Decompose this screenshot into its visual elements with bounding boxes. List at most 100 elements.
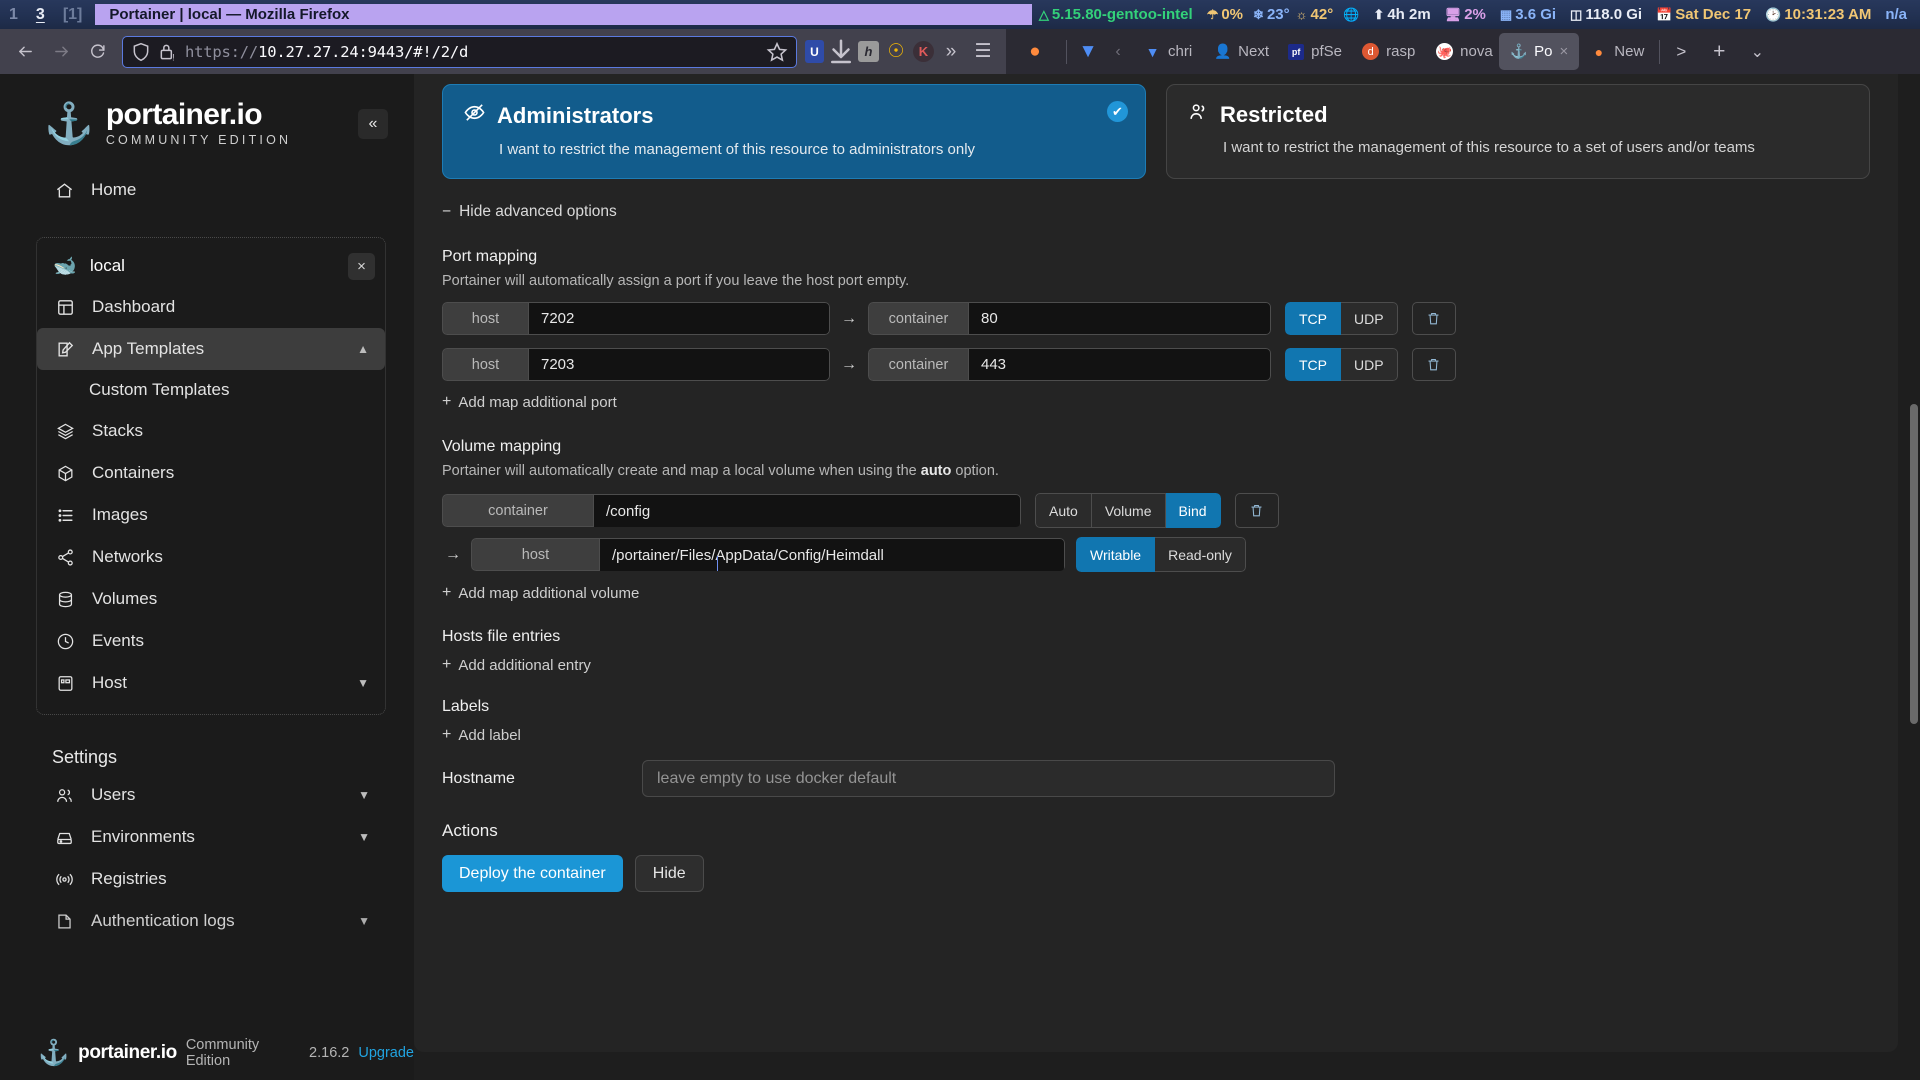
environment-header[interactable]: 🐋 local × <box>37 246 385 286</box>
sidebar-item-dashboard[interactable]: Dashboard <box>37 286 385 328</box>
sidebar-item-authentication-logs[interactable]: Authentication logs ▼ <box>36 900 386 942</box>
sidebar-item-events[interactable]: Events <box>37 620 385 662</box>
container-addon-label: container <box>868 348 968 381</box>
tab-scroll-right-icon[interactable]: > <box>1666 37 1696 67</box>
back-button[interactable] <box>8 36 42 68</box>
sidebar-item-host[interactable]: Host ▼ <box>37 662 385 704</box>
workspace-1[interactable]: 1 <box>0 6 27 24</box>
page-scrollbar[interactable] <box>1910 404 1918 724</box>
tab-rasp[interactable]: d rasp <box>1351 33 1425 70</box>
sidebar-item-label: Dashboard <box>92 297 176 316</box>
add-port-mapping-link[interactable]: + Add map additional port <box>442 393 1870 411</box>
sidebar-item-custom-templates[interactable]: Custom Templates <box>37 370 385 410</box>
access-option-restricted[interactable]: Restricted I want to restrict the manage… <box>1166 84 1870 179</box>
bitwarden-icon[interactable]: ☉ <box>881 37 911 67</box>
sidebar-item-users[interactable]: Users ▼ <box>36 774 386 816</box>
tab-pfsense[interactable]: pf pfSe <box>1277 33 1351 70</box>
hostname-label: Hostname <box>442 769 515 787</box>
firefox-icon[interactable]: ● <box>1020 37 1050 67</box>
protocol-option-udp[interactable]: UDP <box>1341 348 1398 381</box>
chevron-up-icon[interactable]: ▲ <box>357 342 369 356</box>
hostname-input[interactable]: leave empty to use docker default <box>642 760 1335 797</box>
sidebar-item-containers[interactable]: Containers <box>37 452 385 494</box>
volume-type-bind[interactable]: Bind <box>1165 493 1221 528</box>
chevron-down-icon[interactable]: ▼ <box>357 676 369 690</box>
deploy-container-button[interactable]: Deploy the container <box>442 855 623 892</box>
chevron-down-icon[interactable]: ▼ <box>358 830 370 844</box>
tab-nova[interactable]: 🐙 nova <box>1425 33 1499 70</box>
keepass-icon[interactable]: K <box>913 41 934 62</box>
sidebar-brand[interactable]: ⚓ portainer.io COMMUNITY EDITION « <box>0 74 414 147</box>
images-icon <box>55 505 75 525</box>
close-icon[interactable]: × <box>348 252 375 280</box>
nextcloud-icon: 👤 <box>1213 43 1232 59</box>
hamburger-menu-icon[interactable]: ☰ <box>968 37 998 67</box>
overflow-icon[interactable]: » <box>936 37 966 67</box>
tab-label: pfSe <box>1311 43 1343 60</box>
chevron-down-icon[interactable]: ▼ <box>358 788 370 802</box>
volume-type-auto[interactable]: Auto <box>1035 493 1092 528</box>
workspace-list[interactable]: 1 3 [1] <box>0 6 91 24</box>
tab-next[interactable]: 👤 Next <box>1203 33 1277 70</box>
github-icon: 🐙 <box>1436 43 1454 60</box>
collapse-sidebar-button[interactable]: « <box>358 108 388 139</box>
sidebar-item-registries[interactable]: Registries <box>36 858 386 900</box>
sidebar-item-images[interactable]: Images <box>37 494 385 536</box>
port-container-input[interactable]: 443 <box>968 348 1271 381</box>
chevron-down-icon[interactable]: ▼ <box>358 914 370 928</box>
ublock-icon[interactable]: U <box>805 40 824 63</box>
new-tab-button[interactable]: + <box>1704 37 1734 67</box>
add-label-link[interactable]: + Add label <box>442 726 1870 744</box>
remove-port-button[interactable] <box>1411 348 1456 381</box>
tab-new[interactable]: ● New <box>1579 33 1653 70</box>
tab-portainer[interactable]: ⚓ Po × <box>1499 33 1580 70</box>
tab-scroll-left-icon[interactable]: ‹ <box>1103 37 1133 67</box>
sidebar-item-stacks[interactable]: Stacks <box>37 410 385 452</box>
port-container-input[interactable]: 80 <box>968 302 1271 335</box>
hide-advanced-options-toggle[interactable]: − Hide advanced options <box>442 203 1870 221</box>
protocol-option-tcp[interactable]: TCP <box>1285 302 1341 335</box>
workspace-scratchpad[interactable]: [1] <box>54 6 92 24</box>
volume-host-path-input[interactable]: /portainer/Files/AppData/Config/Heimdall <box>599 538 1065 571</box>
remove-volume-button[interactable] <box>1234 493 1279 528</box>
close-icon[interactable]: × <box>1560 43 1569 60</box>
sidebar-item-volumes[interactable]: Volumes <box>37 578 385 620</box>
volume-access-writable[interactable]: Writable <box>1076 537 1156 572</box>
host-addon-label: host <box>442 348 528 381</box>
url-bar[interactable]: ! https://10.27.27.24:9443/#!/2/d <box>122 35 797 68</box>
protocol-option-tcp[interactable]: TCP <box>1285 348 1341 381</box>
volume-access-readonly[interactable]: Read-only <box>1155 537 1246 572</box>
download-icon[interactable] <box>826 37 856 67</box>
lock-warning-icon[interactable]: ! <box>158 37 178 67</box>
port-host-input[interactable]: 7202 <box>528 302 830 335</box>
sun-icon: ☼ <box>1295 7 1308 22</box>
upgrade-link[interactable]: Upgrade <box>358 1045 414 1061</box>
vue-icon: ▼ <box>1145 43 1160 60</box>
hide-button[interactable]: Hide <box>634 855 704 892</box>
sidebar-item-networks[interactable]: Networks <box>37 536 385 578</box>
volume-type-volume[interactable]: Volume <box>1091 493 1166 528</box>
url-text[interactable]: https://10.27.27.24:9443/#!/2/d <box>185 43 759 61</box>
workspace-3[interactable]: 3 <box>27 6 54 24</box>
globe-icon: 🌐 <box>1343 6 1360 22</box>
sidebar-item-home[interactable]: Home <box>36 169 378 211</box>
sidebar-item-label: Home <box>91 180 137 199</box>
remove-port-button[interactable] <box>1411 302 1456 335</box>
access-option-administrators[interactable]: Administrators I want to restrict the ma… <box>442 84 1146 179</box>
port-host-input[interactable]: 7203 <box>528 348 830 381</box>
arrow-right-icon: → <box>841 309 857 327</box>
list-all-tabs-icon[interactable]: ⌄ <box>1742 37 1772 67</box>
shield-icon[interactable] <box>131 37 151 67</box>
add-volume-mapping-link[interactable]: + Add map additional volume <box>442 584 1870 602</box>
uptime-icon: ⬆ <box>1373 6 1385 22</box>
tab-chri[interactable]: ▼ chri <box>1133 33 1203 70</box>
add-hosts-entry-link[interactable]: + Add additional entry <box>442 656 1870 674</box>
sidebar-item-environments[interactable]: Environments ▼ <box>36 816 386 858</box>
forward-button[interactable] <box>44 36 78 68</box>
sidebar-item-app-templates[interactable]: App Templates ▲ <box>37 328 385 370</box>
bookmark-star-icon[interactable] <box>766 37 788 67</box>
hnews-icon[interactable]: h <box>858 41 879 62</box>
volume-container-path-input[interactable]: /config <box>593 494 1021 527</box>
reload-button[interactable] <box>80 36 114 68</box>
protocol-option-udp[interactable]: UDP <box>1341 302 1398 335</box>
